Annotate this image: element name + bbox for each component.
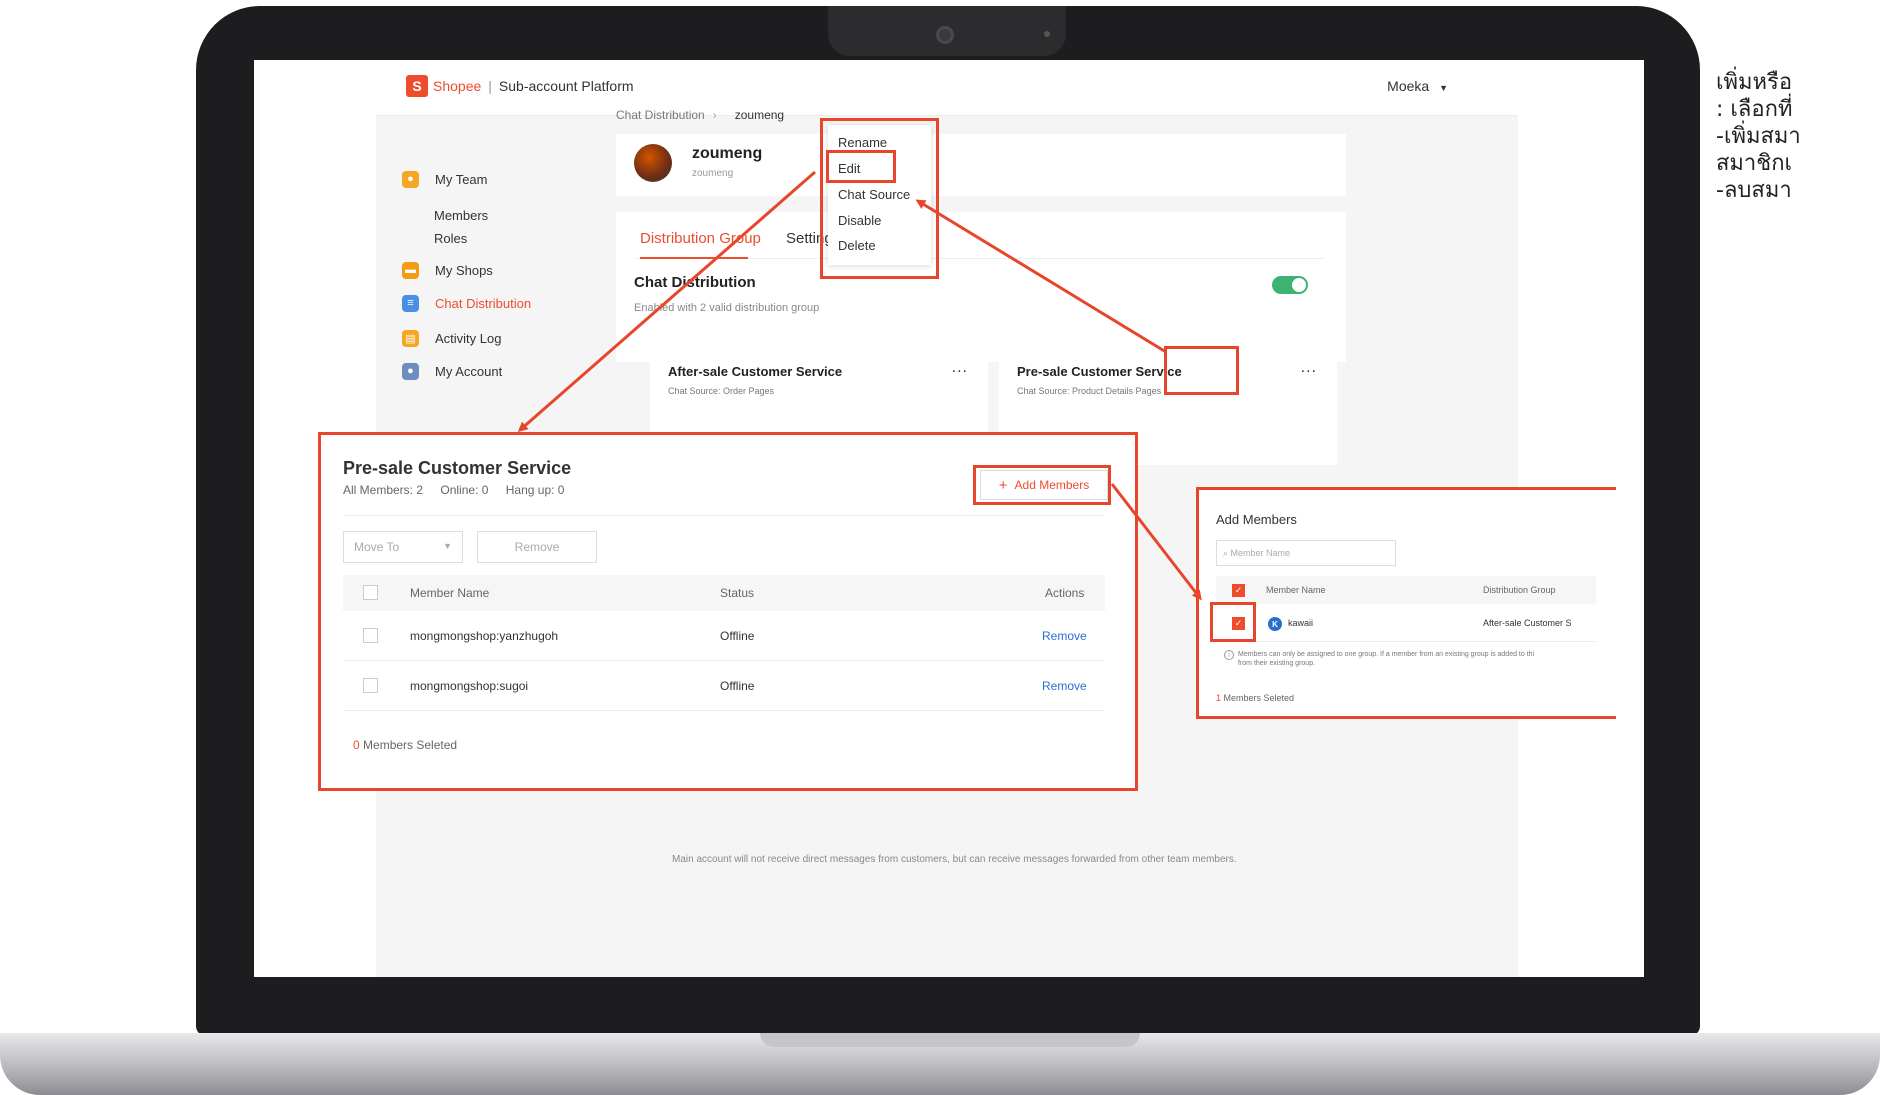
user-menu[interactable]: Moeka ▼ (1387, 78, 1448, 94)
nav-label: Activity Log (435, 330, 502, 346)
group-source: Chat Source: Product Details Pages (1017, 386, 1162, 396)
profile-card: zoumeng zoumeng (616, 134, 1346, 196)
nav-my-team[interactable]: ● My Team (402, 168, 488, 190)
shop-icon: ▬ (402, 261, 419, 279)
chat-icon: ≡ (402, 294, 419, 312)
chat-distribution-title: Chat Distribution (634, 274, 756, 291)
nav-label: Chat Distribution (435, 295, 532, 311)
settings-card: Distribution Group Settings Chat Distrib… (616, 212, 1346, 362)
nav-label: My Account (435, 363, 503, 379)
stage: S Shopee | Sub-account Platform Moeka ▼ … (0, 0, 1880, 1095)
nav-label: My Team (435, 171, 488, 187)
nav-label: My Shops (435, 262, 493, 278)
annotation-line: -ลบสมา (1716, 178, 1792, 203)
highlight-context-menu (820, 118, 939, 279)
footer-note: Main account will not receive direct mes… (672, 854, 1237, 865)
highlight-add-dialog (1196, 487, 1616, 719)
chevron-right-icon: › (712, 108, 717, 122)
team-icon: ● (402, 170, 419, 188)
tab-distribution-group[interactable]: Distribution Group (640, 230, 761, 247)
user-name: Moeka (1387, 78, 1430, 94)
nav-roles[interactable]: Roles (434, 231, 467, 246)
highlight-add-members (973, 465, 1111, 505)
logo[interactable]: S Shopee | Sub-account Platform (406, 75, 634, 97)
nav-my-shops[interactable]: ▬ My Shops (402, 259, 493, 281)
logo-separator: | (488, 78, 492, 94)
nav-chat-distribution[interactable]: ≡ Chat Distribution (402, 292, 531, 314)
group-title: Pre-sale Customer Service (1017, 364, 1182, 379)
breadcrumb-parent[interactable]: Chat Distribution (616, 108, 705, 122)
profile-username: zoumeng (692, 168, 734, 179)
highlight-checkbox (1210, 602, 1256, 642)
profile-name: zoumeng (692, 145, 763, 162)
brand-name: Shopee (433, 78, 482, 94)
nav-members[interactable]: Members (434, 208, 488, 223)
camera-sensor (1044, 31, 1050, 37)
camera-icon (936, 26, 954, 44)
chat-distribution-subtitle: Enabled with 2 valid distribution group (634, 302, 820, 314)
caret-down-icon: ▼ (1439, 83, 1448, 93)
active-tab-underline (640, 257, 748, 259)
log-icon: ▤ (402, 329, 419, 347)
breadcrumb-current: zoumeng (734, 108, 785, 122)
avatar (634, 144, 672, 182)
topbar: S Shopee | Sub-account Platform Moeka ▼ (376, 60, 1518, 116)
group-title: After-sale Customer Service (668, 364, 843, 379)
breadcrumb: Chat Distribution › zoumeng (616, 108, 784, 122)
nav-my-account[interactable]: ● My Account (402, 360, 502, 382)
platform-name: Sub-account Platform (498, 78, 634, 94)
shopee-bag-icon: S (406, 75, 428, 97)
nav-activity-log[interactable]: ▤ Activity Log (402, 327, 501, 349)
highlight-more-button (1164, 346, 1239, 395)
highlight-edit (826, 150, 896, 183)
group-source: Chat Source: Order Pages (668, 386, 775, 396)
laptop-base-notch (760, 1033, 1140, 1047)
account-icon: ● (402, 362, 419, 380)
more-icon[interactable]: ... (952, 359, 968, 377)
chat-distribution-toggle[interactable] (1272, 276, 1308, 294)
more-icon[interactable]: ... (1301, 359, 1317, 377)
